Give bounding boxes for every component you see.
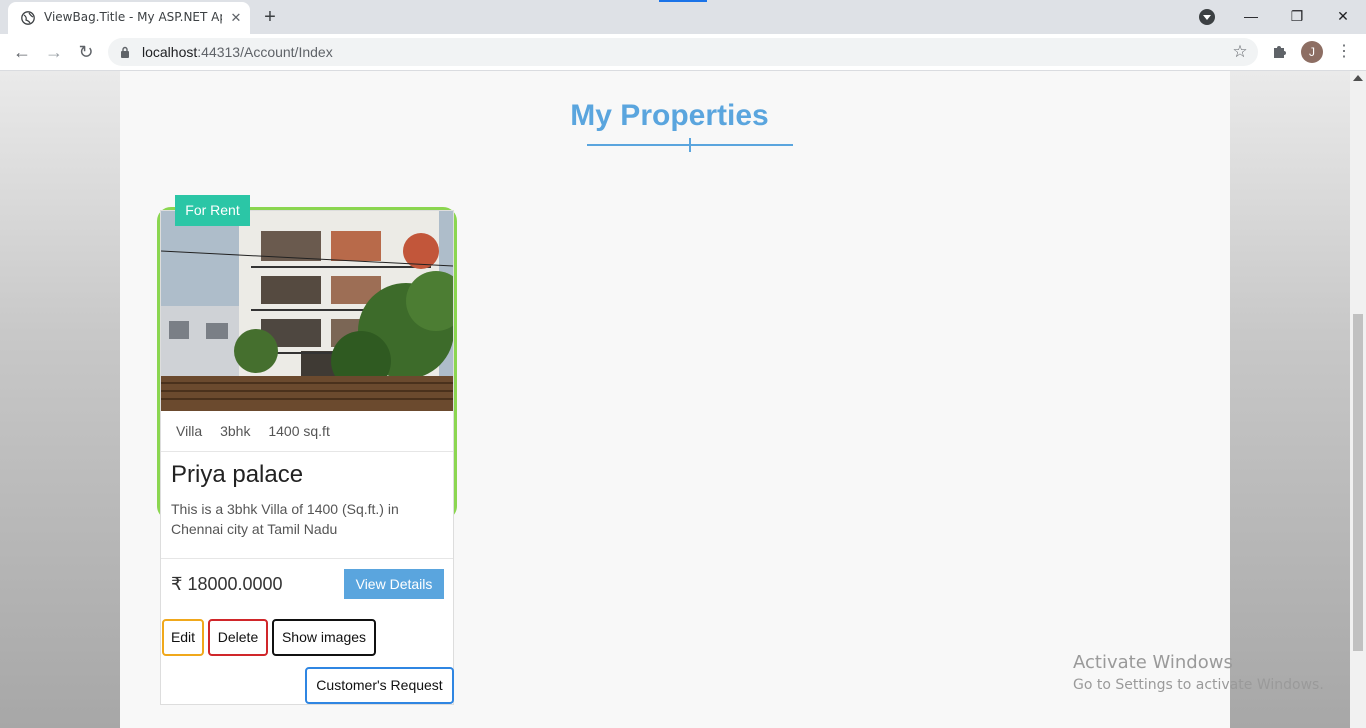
- property-rooms: 3bhk: [220, 423, 251, 439]
- content-container: My Properties Villa 3bhk 1400 sq.ft Priy…: [120, 71, 1230, 728]
- property-price: ₹ 18000.0000: [171, 574, 283, 594]
- for-rent-badge: For Rent: [175, 195, 250, 226]
- page-title: My Properties: [570, 99, 769, 132]
- delete-button[interactable]: Delete: [208, 619, 268, 656]
- tab-search-icon[interactable]: [1199, 9, 1215, 25]
- star-icon[interactable]: ☆: [1230, 41, 1250, 63]
- back-button[interactable]: ←: [10, 40, 34, 64]
- page-viewport: My Properties Villa 3bhk 1400 sq.ft Priy…: [0, 71, 1350, 728]
- forward-button[interactable]: →: [42, 40, 66, 64]
- tab-close-icon[interactable]: ✕: [228, 10, 244, 26]
- property-area: 1400 sq.ft: [268, 423, 330, 439]
- url-host: localhost: [142, 44, 198, 60]
- restore-button[interactable]: ❐: [1283, 4, 1311, 28]
- tab-title: ViewBag.Title - My ASP.NET Appl: [44, 10, 222, 24]
- reload-button[interactable]: ↻: [74, 40, 98, 64]
- browser-tabstrip: ViewBag.Title - My ASP.NET Appl ✕ + — ❐ …: [0, 0, 1366, 34]
- property-photo: [161, 211, 453, 411]
- tab-indicator: [659, 0, 707, 2]
- scroll-up-arrow-icon[interactable]: [1353, 75, 1363, 81]
- close-window-button[interactable]: ✕: [1329, 4, 1357, 28]
- avatar[interactable]: J: [1301, 41, 1323, 63]
- activate-windows-title: Activate Windows: [1073, 652, 1233, 673]
- property-type: Villa: [176, 423, 203, 439]
- activate-windows-subtitle: Go to Settings to activate Windows.: [1073, 677, 1324, 693]
- minimize-button[interactable]: —: [1237, 4, 1265, 28]
- globe-icon: [21, 11, 35, 25]
- customer-request-button[interactable]: Customer's Request: [305, 667, 454, 704]
- property-name: Priya palace: [171, 461, 304, 488]
- browser-toolbar: ← → ↻ localhost:44313/Account/Index ☆ J …: [0, 34, 1366, 71]
- address-bar[interactable]: localhost:44313/Account/Index ☆: [108, 38, 1258, 66]
- title-underline-tick: [689, 138, 691, 152]
- card-divider: [161, 558, 453, 559]
- puzzle-icon[interactable]: [1270, 41, 1290, 61]
- new-tab-button[interactable]: +: [258, 6, 282, 28]
- url-path: :44313/Account/Index: [197, 44, 333, 60]
- vertical-scrollbar[interactable]: [1350, 71, 1366, 728]
- scrollbar-thumb[interactable]: [1353, 314, 1363, 651]
- browser-tab[interactable]: ViewBag.Title - My ASP.NET Appl ✕: [8, 2, 250, 34]
- edit-button[interactable]: Edit: [162, 619, 204, 656]
- property-description: This is a 3bhk Villa of 1400 (Sq.ft.) in…: [171, 501, 399, 537]
- property-meta: Villa 3bhk 1400 sq.ft: [161, 411, 453, 452]
- lock-icon: [121, 46, 129, 58]
- property-card: Villa 3bhk 1400 sq.ft Priya palace This …: [160, 210, 454, 705]
- url-text: localhost:44313/Account/Index: [142, 44, 333, 60]
- view-details-button[interactable]: View Details: [344, 569, 444, 599]
- kebab-menu-icon[interactable]: ⋮: [1336, 40, 1352, 64]
- show-images-button[interactable]: Show images: [272, 619, 376, 656]
